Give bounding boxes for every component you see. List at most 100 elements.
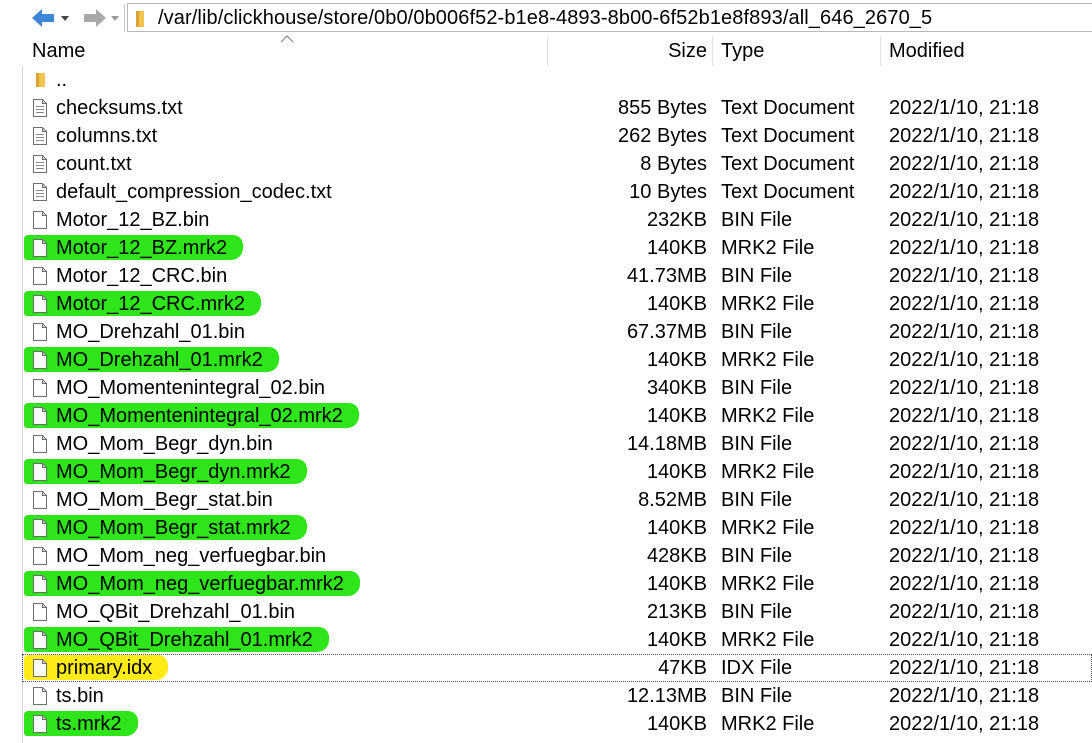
file-name: default_compression_codec.txt <box>56 181 332 203</box>
file-size: 232KB <box>646 209 707 231</box>
file-size: 14.18MB <box>626 433 707 455</box>
file-icon <box>33 295 47 313</box>
file-row[interactable]: Motor_12_BZ.mrk2 140KB MRK2 File 2022/1/10,… <box>22 234 1092 262</box>
file-size: 428KB <box>646 545 707 567</box>
file-type: IDX File <box>721 657 793 679</box>
column-header-type[interactable]: Type <box>721 36 764 66</box>
file-name: Motor_12_BZ.mrk2 <box>56 237 228 259</box>
file-row[interactable]: MO_Mom_Begr_dyn.mrk2 140KB MRK2 File 2022/1… <box>22 458 1092 486</box>
file-size: 262 Bytes <box>618 125 707 147</box>
file-size: 140KB <box>646 629 707 651</box>
file-row[interactable]: MO_Drehzahl_01.bin 67.37MB BIN File 2022/1/… <box>22 318 1092 346</box>
file-row[interactable]: Motor_12_CRC.bin 41.73MB BIN File 2022/1/10… <box>22 262 1092 290</box>
file-type: Text Document <box>721 153 855 175</box>
back-arrow-icon <box>32 9 69 27</box>
file-icon <box>33 463 47 481</box>
file-modified: 2022/1/10, 21:18 <box>889 377 1040 399</box>
file-name: MO_Momentenintegral_02.bin <box>56 377 326 399</box>
file-icon <box>33 351 47 369</box>
file-row[interactable]: Motor_12_BZ.bin 232KB BIN File 2022/1/10, 2… <box>22 206 1092 234</box>
file-size: 340KB <box>646 377 707 399</box>
file-row[interactable]: MO_Mom_Begr_stat.mrk2 140KB MRK2 File 2022/… <box>22 514 1092 542</box>
file-name: MO_QBit_Drehzahl_01.mrk2 <box>56 629 313 651</box>
file-row[interactable]: MO_Mom_Begr_stat.bin 8.52MB BIN File 2022/1… <box>22 486 1092 514</box>
file-row[interactable]: MO_Drehzahl_01.mrk2 140KB MRK2 File 2022/1/… <box>22 346 1092 374</box>
forward-arrow-icon <box>84 9 119 27</box>
file-modified: 2022/1/10, 21:18 <box>889 293 1040 315</box>
text-file-icon <box>33 127 47 145</box>
file-row[interactable]: MO_Mom_Begr_dyn.bin 14.18MB BIN File 2022/1… <box>22 430 1092 458</box>
file-modified: 2022/1/10, 21:18 <box>889 321 1040 343</box>
file-row[interactable]: columns.txt 262 Bytes Text Document 2022/1/… <box>22 122 1092 150</box>
file-type: Text Document <box>721 181 855 203</box>
file-type: MRK2 File <box>721 349 815 371</box>
text-file-icon <box>33 155 47 173</box>
file-type: BIN File <box>721 489 793 511</box>
file-row[interactable]: Motor_12_CRC.mrk2 140KB MRK2 File 2022/1/10… <box>22 290 1092 318</box>
file-row[interactable]: MO_Momentenintegral_02.bin 340KB BIN File 2… <box>22 374 1092 402</box>
file-name: ts.mrk2 <box>56 713 122 735</box>
file-row[interactable]: default_compression_codec.txt 10 Bytes Tex… <box>22 178 1092 206</box>
file-icon <box>33 631 47 649</box>
address-path[interactable]: /var/lib/clickhouse/store/0b0/0b006f52-b… <box>158 7 932 29</box>
file-row[interactable]: ts.mrk2 140KB MRK2 File 2022/1/10, 21:18 <box>22 710 1092 738</box>
file-icon <box>33 547 47 565</box>
column-divider[interactable] <box>880 36 881 66</box>
file-name: ts.bin <box>56 685 104 707</box>
file-name: MO_Drehzahl_01.bin <box>56 321 245 343</box>
file-icon <box>33 267 47 285</box>
file-name: columns.txt <box>56 125 158 147</box>
file-type: MRK2 File <box>721 237 815 259</box>
column-header-row: Name Size Type Modified <box>22 35 1092 66</box>
file-modified: 2022/1/10, 21:18 <box>889 685 1040 707</box>
file-size: 213KB <box>646 601 707 623</box>
file-modified: 2022/1/10, 21:18 <box>889 125 1040 147</box>
file-name: .. <box>56 69 68 91</box>
file-modified: 2022/1/10, 21:18 <box>889 433 1040 455</box>
file-name: MO_Mom_Begr_dyn.mrk2 <box>56 461 291 483</box>
file-type: MRK2 File <box>721 713 815 735</box>
file-size: 140KB <box>646 405 707 427</box>
file-type: MRK2 File <box>721 629 815 651</box>
file-modified: 2022/1/10, 21:18 <box>889 601 1040 623</box>
file-modified: 2022/1/10, 21:18 <box>889 97 1040 119</box>
column-header-name[interactable]: Name <box>32 36 85 66</box>
toolbar-divider <box>124 4 125 32</box>
file-type: BIN File <box>721 685 793 707</box>
file-icon <box>33 575 47 593</box>
file-row[interactable]: count.txt 8 Bytes Text Document 2022/1/10, … <box>22 150 1092 178</box>
file-name: MO_Mom_Begr_stat.bin <box>56 489 273 511</box>
file-name: MO_Drehzahl_01.mrk2 <box>56 349 263 371</box>
file-row[interactable]: MO_QBit_Drehzahl_01.mrk2 140KB MRK2 File 20… <box>22 626 1092 654</box>
file-modified: 2022/1/10, 21:18 <box>889 181 1040 203</box>
forward-button[interactable] <box>80 6 120 30</box>
file-row[interactable]: ts.bin 12.13MB BIN File 2022/1/10, 21:18 <box>22 682 1092 710</box>
file-name: Motor_12_CRC.bin <box>56 265 228 287</box>
back-button[interactable] <box>30 6 70 30</box>
file-row[interactable]: MO_Momentenintegral_02.mrk2 140KB MRK2 Fil… <box>22 402 1092 430</box>
file-row[interactable]: MO_QBit_Drehzahl_01.bin 213KB BIN File 2022… <box>22 598 1092 626</box>
file-icon <box>33 435 47 453</box>
file-type: BIN File <box>721 209 793 231</box>
file-size: 140KB <box>646 461 707 483</box>
file-type: MRK2 File <box>721 573 815 595</box>
column-divider[interactable] <box>547 36 548 66</box>
column-header-size[interactable]: Size <box>668 36 707 66</box>
file-type: MRK2 File <box>721 517 815 539</box>
navigation-toolbar: /var/lib/clickhouse/store/0b0/0b006f52-b… <box>0 0 1092 36</box>
text-file-icon <box>33 99 47 117</box>
file-row[interactable]: MO_Mom_neg_verfuegbar.mrk2 140KB MRK2 File… <box>22 570 1092 598</box>
file-row[interactable]: checksums.txt 855 Bytes Text Document 2022/… <box>22 94 1092 122</box>
file-modified: 2022/1/10, 21:18 <box>889 573 1040 595</box>
folder-icon <box>36 73 45 87</box>
file-icon <box>33 659 47 677</box>
file-icon <box>33 211 47 229</box>
address-bar[interactable]: /var/lib/clickhouse/store/0b0/0b006f52-b… <box>127 3 1092 32</box>
file-row[interactable]: MO_Mom_neg_verfuegbar.bin 428KB BIN File 20… <box>22 542 1092 570</box>
column-divider[interactable] <box>712 36 713 66</box>
parent-folder-row[interactable]: .. <box>22 66 1092 94</box>
column-header-modified[interactable]: Modified <box>889 36 965 66</box>
file-type: MRK2 File <box>721 405 815 427</box>
file-size: 67.37MB <box>626 321 707 343</box>
file-row[interactable]: primary.idx 47KB IDX File 2022/1/10, 21:18 <box>22 654 1092 682</box>
